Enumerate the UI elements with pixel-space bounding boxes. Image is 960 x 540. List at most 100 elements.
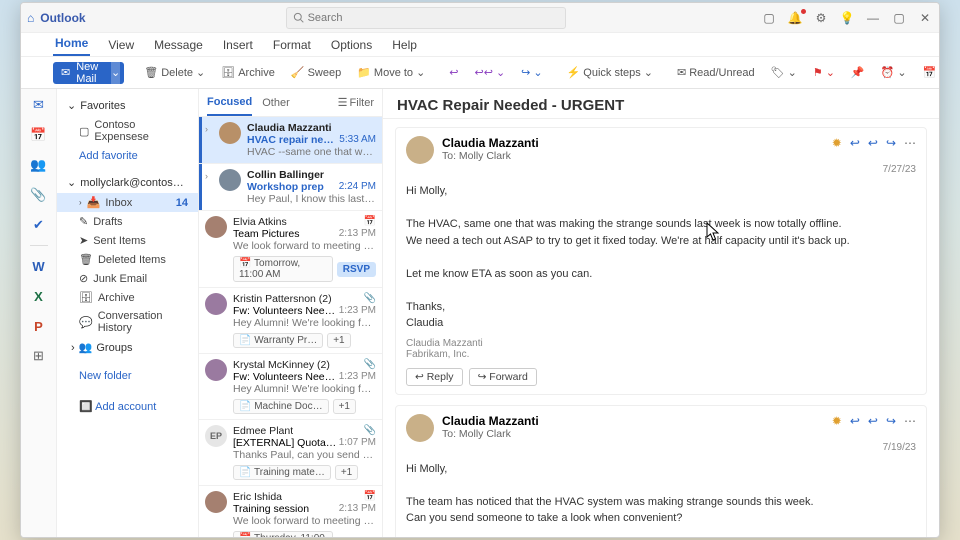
account-header[interactable]: ⌄ mollyclark@contoso.com: [57, 172, 198, 193]
forward-button[interactable]: ↪⌄: [517, 66, 546, 79]
tab-home[interactable]: Home: [53, 36, 90, 56]
from: Claudia Mazzanti: [442, 136, 824, 150]
more-icon[interactable]: ⋯: [904, 414, 916, 428]
item-indicator-icon: 📎: [364, 425, 376, 437]
subject: Workshop prep: [247, 181, 324, 193]
folder-inbox[interactable]: ›📥Inbox14: [57, 193, 198, 212]
attachment-chip[interactable]: 📄 Machine Doc…: [233, 399, 329, 414]
more-attachments[interactable]: +1: [333, 399, 356, 414]
reply-icon[interactable]: ↩: [850, 414, 860, 428]
rail-word-icon[interactable]: W: [29, 256, 49, 276]
tab-view[interactable]: View: [106, 38, 136, 56]
from: Claudia Mazzanti: [442, 414, 824, 428]
folder-deleted[interactable]: 🗑Deleted Items: [57, 250, 198, 269]
more-attachments[interactable]: +1: [327, 333, 350, 348]
rail-more-icon[interactable]: ⊞: [29, 346, 49, 366]
new-mail-button[interactable]: ✉ New Mail ⌄: [53, 62, 124, 84]
rail-mail-icon[interactable]: ✉: [29, 95, 49, 115]
rail-people-icon[interactable]: 👥: [29, 155, 49, 175]
folder-sent[interactable]: ➤Sent Items: [57, 231, 198, 250]
close-icon[interactable]: ✕: [917, 11, 933, 25]
forward-icon[interactable]: ↪: [886, 414, 896, 428]
quicksteps-button[interactable]: ⚡Quick steps⌄: [563, 66, 657, 79]
snooze-button[interactable]: ⏰⌄: [877, 66, 911, 79]
reply-all-button[interactable]: ↩↩⌄: [471, 66, 510, 79]
list-item[interactable]: Kristin Pattersnon (2)📎Fw: Volunteers Ne…: [199, 288, 382, 354]
list-item[interactable]: EPEdmee Plant📎[EXTERNAL] Quota per…1:07 …: [199, 420, 382, 486]
folder-junk[interactable]: ⊘Junk Email: [57, 269, 198, 288]
pin-button[interactable]: 📌: [847, 66, 869, 79]
sweep-button[interactable]: 🧹Sweep: [287, 66, 345, 79]
sender: Edmee Plant: [233, 425, 293, 437]
summarize-icon[interactable]: ✹: [832, 136, 842, 150]
outlook-glyph: ⌂: [27, 11, 34, 25]
attachment-chip[interactable]: 📅 Thursday, 11:00 AM: [233, 531, 333, 537]
groups-header[interactable]: › 👥 Groups: [57, 337, 198, 358]
forward-icon[interactable]: ↪: [886, 136, 896, 150]
tab-insert[interactable]: Insert: [221, 38, 255, 56]
delete-button[interactable]: 🗑Delete⌄: [140, 66, 209, 79]
meet-now-icon[interactable]: ▢: [761, 11, 777, 25]
avatar: [406, 414, 434, 442]
tab-help[interactable]: Help: [390, 38, 419, 56]
list-item[interactable]: Elvia Atkins📅Team Pictures2:13 PMWe look…: [199, 211, 382, 288]
folder-drafts[interactable]: ✎Drafts: [57, 212, 198, 231]
tab-message[interactable]: Message: [152, 38, 205, 56]
more-icon[interactable]: ⋯: [904, 136, 916, 150]
notifications-icon[interactable]: 🔔: [787, 11, 803, 25]
reply-all-icon[interactable]: ↩: [868, 136, 878, 150]
add-account-link[interactable]: 🔲 Add account: [57, 396, 198, 417]
rail-calendar-icon[interactable]: 📅: [29, 125, 49, 145]
rail-ppt-icon[interactable]: P: [29, 316, 49, 336]
rail-files-icon[interactable]: 📎: [29, 185, 49, 205]
folder-archive[interactable]: 🗄Archive: [57, 288, 198, 307]
reply-button[interactable]: ↩ Reply: [406, 368, 463, 386]
search-box[interactable]: Search: [286, 7, 566, 29]
filter-button[interactable]: ☰Filter: [338, 96, 374, 109]
titlebar: ⌂ Outlook Search ▢ 🔔 ⚙ 💡 — ▢ ✕: [21, 3, 939, 33]
focused-tab[interactable]: Focused: [207, 96, 252, 116]
folder-conversation[interactable]: 💬Conversation History: [57, 307, 198, 337]
maximize-icon[interactable]: ▢: [891, 11, 907, 25]
schedule-button[interactable]: 📅⌄: [919, 66, 939, 79]
add-favorite-link[interactable]: Add favorite: [57, 146, 198, 166]
message-list: Focused Other ☰Filter ›Claudia MazzantiH…: [199, 89, 383, 537]
summarize-icon[interactable]: ✹: [832, 414, 842, 428]
minimize-icon[interactable]: —: [865, 11, 881, 25]
tag-button[interactable]: 🏷⌄: [767, 66, 801, 79]
archive-button[interactable]: 🗄Archive: [217, 66, 279, 79]
list-item[interactable]: ›Collin BallingerWorkshop prep2:24 PMHey…: [199, 164, 382, 211]
more-attachments[interactable]: +1: [335, 465, 358, 480]
expand-chevron[interactable]: ›: [205, 169, 213, 205]
attachment-chip[interactable]: 📄 Warranty Pr…: [233, 333, 323, 348]
rail-excel-icon[interactable]: X: [29, 286, 49, 306]
list-item[interactable]: Krystal McKinney (2)📎Fw: Volunteers Need…: [199, 354, 382, 420]
readunread-button[interactable]: ✉Read/Unread: [673, 66, 759, 79]
reply-all-icon[interactable]: ↩: [868, 414, 878, 428]
reply-icon[interactable]: ↩: [850, 136, 860, 150]
other-tab[interactable]: Other: [262, 97, 290, 109]
tab-format[interactable]: Format: [271, 38, 313, 56]
rsvp-button[interactable]: RSVP: [337, 262, 376, 277]
reply-button[interactable]: ↩: [445, 66, 462, 79]
favorites-header[interactable]: ⌄ Favorites: [57, 95, 198, 116]
new-folder-link[interactable]: New folder: [57, 366, 198, 386]
rsvp-button[interactable]: RSVP: [337, 537, 376, 538]
preview: Hey Paul, I know this last minute, bu…: [247, 193, 376, 205]
forward-button[interactable]: ↪ Forward: [469, 368, 537, 386]
new-mail-chevron[interactable]: ⌄: [111, 62, 120, 84]
moveto-button[interactable]: 📁Move to⌄: [353, 66, 429, 79]
list-item[interactable]: Eric Ishida📅Training session2:13 PMWe lo…: [199, 486, 382, 537]
list-item[interactable]: ›Claudia MazzantiHVAC repair needed - U …: [199, 117, 382, 164]
time: 1:23 PM: [339, 371, 376, 383]
flag-button[interactable]: ⚑⌄: [809, 66, 839, 79]
attachment-chip[interactable]: 📅 Tomorrow, 11:00 AM: [233, 256, 333, 282]
tips-icon[interactable]: 💡: [839, 11, 855, 25]
rail-todo-icon[interactable]: ✔: [29, 215, 49, 235]
settings-icon[interactable]: ⚙: [813, 11, 829, 25]
avatar: [219, 169, 241, 191]
expand-chevron[interactable]: ›: [205, 122, 213, 158]
attachment-chip[interactable]: 📄 Training mate…: [233, 465, 331, 480]
tab-options[interactable]: Options: [329, 38, 374, 56]
folder-contoso[interactable]: ▢Contoso Expensese: [57, 116, 198, 146]
